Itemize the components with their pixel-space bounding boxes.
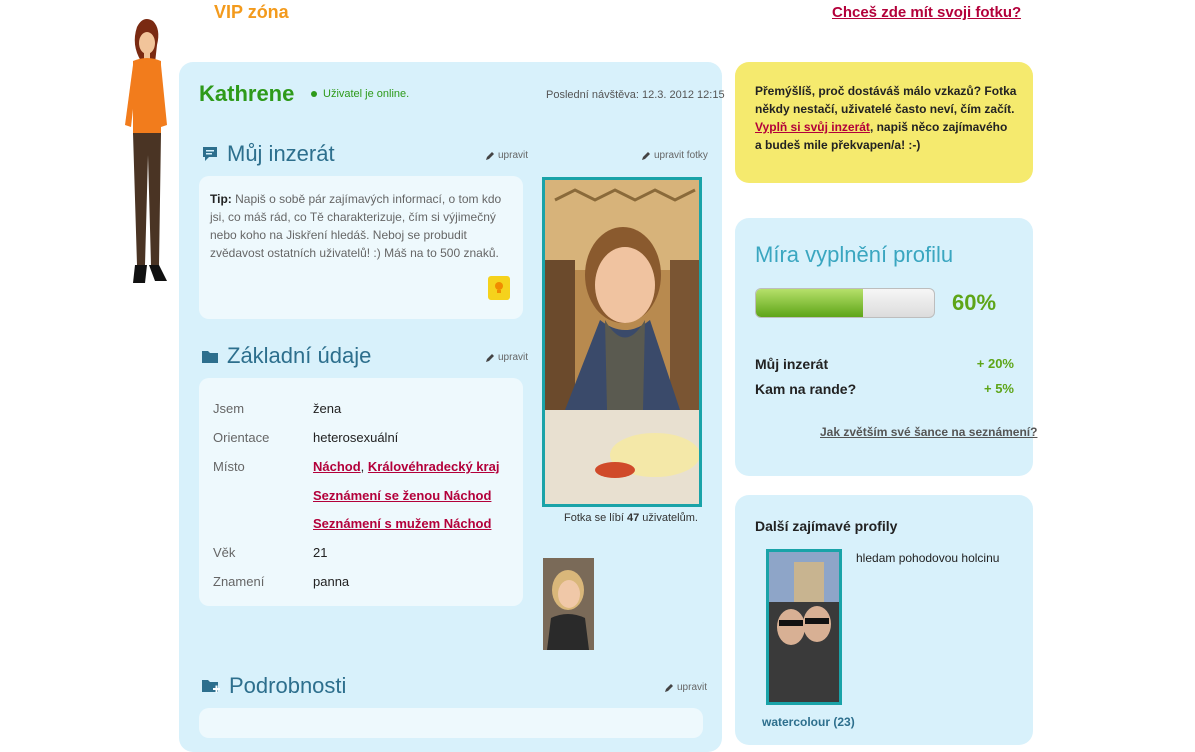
edit-basic-button[interactable]: upravit	[485, 352, 528, 363]
main-profile-photo[interactable]	[542, 177, 702, 507]
field-value-vek: 21	[313, 545, 328, 560]
lightbulb-icon[interactable]	[488, 276, 510, 300]
field-value-misto: Náchod, Královéhradecký kraj	[313, 459, 500, 474]
section-title-basic: Základní údaje	[201, 343, 371, 369]
online-dot-icon	[311, 91, 317, 97]
profile-name: Kathrene	[199, 81, 295, 106]
completion-title: Míra vyplnění profilu	[755, 242, 954, 267]
photo-thumbnail[interactable]	[543, 558, 594, 650]
other-profile-tagline: hledam pohodovou holcinu	[856, 551, 1000, 565]
speech-bubble-icon	[203, 147, 217, 161]
hint-text: Přemýšlíš, proč dostáváš málo vzkazů? Fo…	[755, 84, 1017, 152]
field-label-znameni: Znamení	[213, 574, 265, 589]
dating-women-link[interactable]: Seznámení se ženou Náchod	[313, 488, 491, 503]
completion-progress-fill	[756, 289, 863, 317]
details-card	[199, 708, 703, 738]
completion-item-bonus: + 5%	[984, 381, 1014, 396]
section-title-details: Podrobnosti	[201, 673, 346, 699]
town-link[interactable]: Náchod	[313, 459, 361, 474]
pencil-icon	[486, 353, 494, 362]
pencil-icon	[486, 151, 494, 160]
field-label-vek: Věk	[213, 545, 236, 560]
region-link[interactable]: Královéhradecký kraj	[368, 459, 500, 474]
completion-item-label: Kam na rande?	[755, 381, 857, 397]
fill-ad-link[interactable]: Vyplň si svůj inzerát	[755, 120, 870, 134]
edit-ad-button[interactable]: upravit	[485, 150, 528, 161]
folder-icon	[202, 351, 218, 363]
pencil-icon	[665, 683, 673, 692]
dating-men-link[interactable]: Seznámení s mužem Náchod	[313, 516, 491, 531]
field-label-jsem: Jsem	[213, 401, 245, 416]
mascot-woman-illustration	[125, 19, 167, 283]
online-status: Uživatel je online.	[311, 88, 409, 100]
completion-progress-bar	[755, 288, 935, 318]
improve-chances-link[interactable]: Jak zvětším své šance na seznámení?	[820, 425, 1037, 439]
field-label-misto: Místo	[213, 459, 245, 474]
completion-item-label: Můj inzerát	[755, 356, 829, 372]
vip-zone-link[interactable]: VIP zóna	[214, 2, 289, 22]
ad-tip-text: Tip: Napiš o sobě pár zajímavých informa…	[210, 192, 502, 260]
edit-details-button[interactable]: upravit	[664, 682, 707, 693]
other-profiles-title: Další zajímavé profily	[755, 518, 898, 534]
last-visit: Poslední návštěva: 12.3. 2012 12:15	[546, 89, 725, 101]
photo-likes: Fotka se líbí 47 uživatelům.	[564, 512, 698, 524]
pencil-icon	[642, 151, 650, 160]
field-value-jsem: žena	[313, 401, 342, 416]
other-profile-name-link[interactable]: watercolour (23)	[762, 715, 855, 729]
completion-item-bonus: + 20%	[976, 356, 1014, 371]
photo-prompt-link[interactable]: Chceš zde mít svoji fotku?	[832, 4, 1021, 22]
edit-photos-button[interactable]: upravit fotky	[641, 150, 708, 161]
completion-percent: 60%	[952, 290, 997, 315]
section-title-my-ad: Můj inzerát	[201, 141, 335, 167]
field-value-znameni: panna	[313, 574, 350, 589]
field-value-orientace: heterosexuální	[313, 430, 399, 445]
folder-plus-icon	[202, 680, 220, 693]
other-profile-photo[interactable]	[766, 549, 842, 705]
field-label-orientace: Orientace	[213, 430, 270, 445]
